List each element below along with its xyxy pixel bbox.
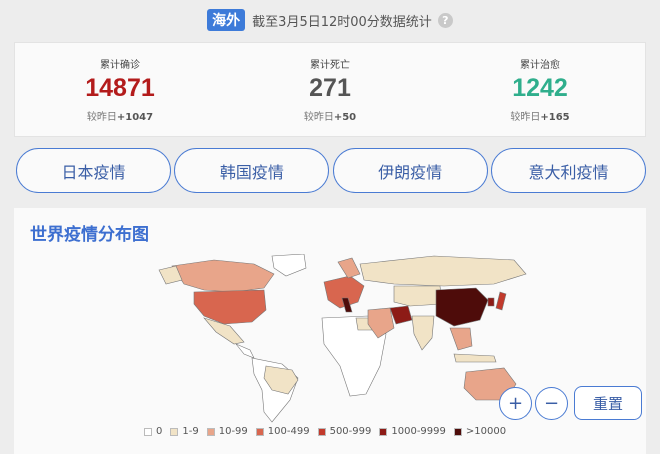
map-region-scandinavia[interactable] <box>337 257 361 279</box>
legend-swatch <box>317 427 326 436</box>
legend-label: 100-499 <box>267 426 310 437</box>
korea-button[interactable]: 韩国疫情 <box>174 148 330 193</box>
legend-swatch <box>144 427 152 436</box>
legend-label: >10000 <box>465 426 507 437</box>
map-region-iran[interactable] <box>389 305 413 325</box>
stat-value: 271 <box>309 74 351 102</box>
map-region-central-america[interactable] <box>235 343 255 359</box>
delta-value: +165 <box>540 112 570 123</box>
world-map-panel: 世界疫情分布图 + − 重置 0 1-9 10-99 100-499 500-9… <box>14 208 646 454</box>
legend-item: 1000-9999 <box>379 426 446 437</box>
legend-label: 1000-9999 <box>391 426 446 437</box>
stat-label: 累计死亡 <box>310 60 350 71</box>
delta-value: +50 <box>333 112 357 123</box>
map-region-indonesia[interactable] <box>453 353 497 363</box>
update-time-text: 截至3月5日12时00分数据统计 <box>252 14 432 30</box>
legend-label: 1-9 <box>182 426 199 437</box>
legend-item: 500-999 <box>317 426 372 437</box>
map-region-greenland[interactable] <box>271 254 307 277</box>
stat-delta: 较昨日+1047 <box>87 108 153 123</box>
map-region-china[interactable] <box>435 287 489 327</box>
zoom-out-button[interactable]: − <box>535 387 568 420</box>
stat-delta: 较昨日+50 <box>304 108 356 123</box>
italy-button[interactable]: 意大利疫情 <box>490 148 646 193</box>
japan-button[interactable]: 日本疫情 <box>16 148 171 193</box>
map-region-korea[interactable] <box>487 297 495 307</box>
legend-swatch <box>379 427 388 436</box>
stats-panel: 累计确诊 14871 较昨日+1047 累计死亡 271 较昨日+50 累计治愈… <box>14 42 646 137</box>
stat-label: 累计治愈 <box>520 60 560 71</box>
delta-prefix: 较昨日 <box>510 112 541 123</box>
map-title: 世界疫情分布图 <box>30 225 149 245</box>
legend-swatch <box>453 427 462 436</box>
map-legend: 0 1-9 10-99 100-499 500-999 1000-9999 >1… <box>144 426 514 437</box>
help-icon[interactable]: ? <box>437 12 453 28</box>
delta-prefix: 较昨日 <box>303 112 334 123</box>
overseas-tag: 海外 <box>207 9 246 31</box>
delta-value: +1047 <box>116 112 154 123</box>
legend-item: 1-9 <box>170 426 199 437</box>
country-button-row: 日本疫情 韩国疫情 伊朗疫情 意大利疫情 <box>16 148 646 194</box>
legend-label: 500-999 <box>329 426 372 437</box>
map-region-canada[interactable] <box>171 259 275 293</box>
legend-item: 10-99 <box>206 426 248 437</box>
stat-value: 14871 <box>85 74 155 102</box>
reset-button[interactable]: 重置 <box>574 386 642 420</box>
delta-prefix: 较昨日 <box>86 112 117 123</box>
stat-value: 1242 <box>512 74 568 102</box>
map-region-southeast-asia[interactable] <box>449 327 473 351</box>
map-region-russia[interactable] <box>359 255 527 287</box>
legend-swatch <box>255 427 264 436</box>
stat-delta: 较昨日+165 <box>510 108 569 123</box>
legend-swatch <box>170 427 179 436</box>
header-bar: 海外 截至3月5日12时00分数据统计 ? <box>0 0 660 40</box>
legend-swatch <box>206 427 215 436</box>
legend-label: 0 <box>156 426 163 437</box>
stat-recovered: 累计治愈 1242 较昨日+165 <box>435 43 645 136</box>
legend-item: >10000 <box>453 426 507 437</box>
world-map[interactable] <box>154 254 534 424</box>
legend-label: 10-99 <box>218 426 248 437</box>
stat-deaths: 累计死亡 271 较昨日+50 <box>225 43 435 136</box>
legend-item: 0 <box>144 426 162 437</box>
stat-label: 累计确诊 <box>100 60 140 71</box>
stat-confirmed: 累计确诊 14871 较昨日+1047 <box>15 43 225 136</box>
iran-button[interactable]: 伊朗疫情 <box>332 148 488 193</box>
legend-item: 100-499 <box>255 426 310 437</box>
map-region-japan[interactable] <box>495 291 507 311</box>
zoom-in-button[interactable]: + <box>499 387 532 420</box>
map-region-india[interactable] <box>411 315 435 351</box>
map-region-central-asia[interactable] <box>393 285 443 307</box>
